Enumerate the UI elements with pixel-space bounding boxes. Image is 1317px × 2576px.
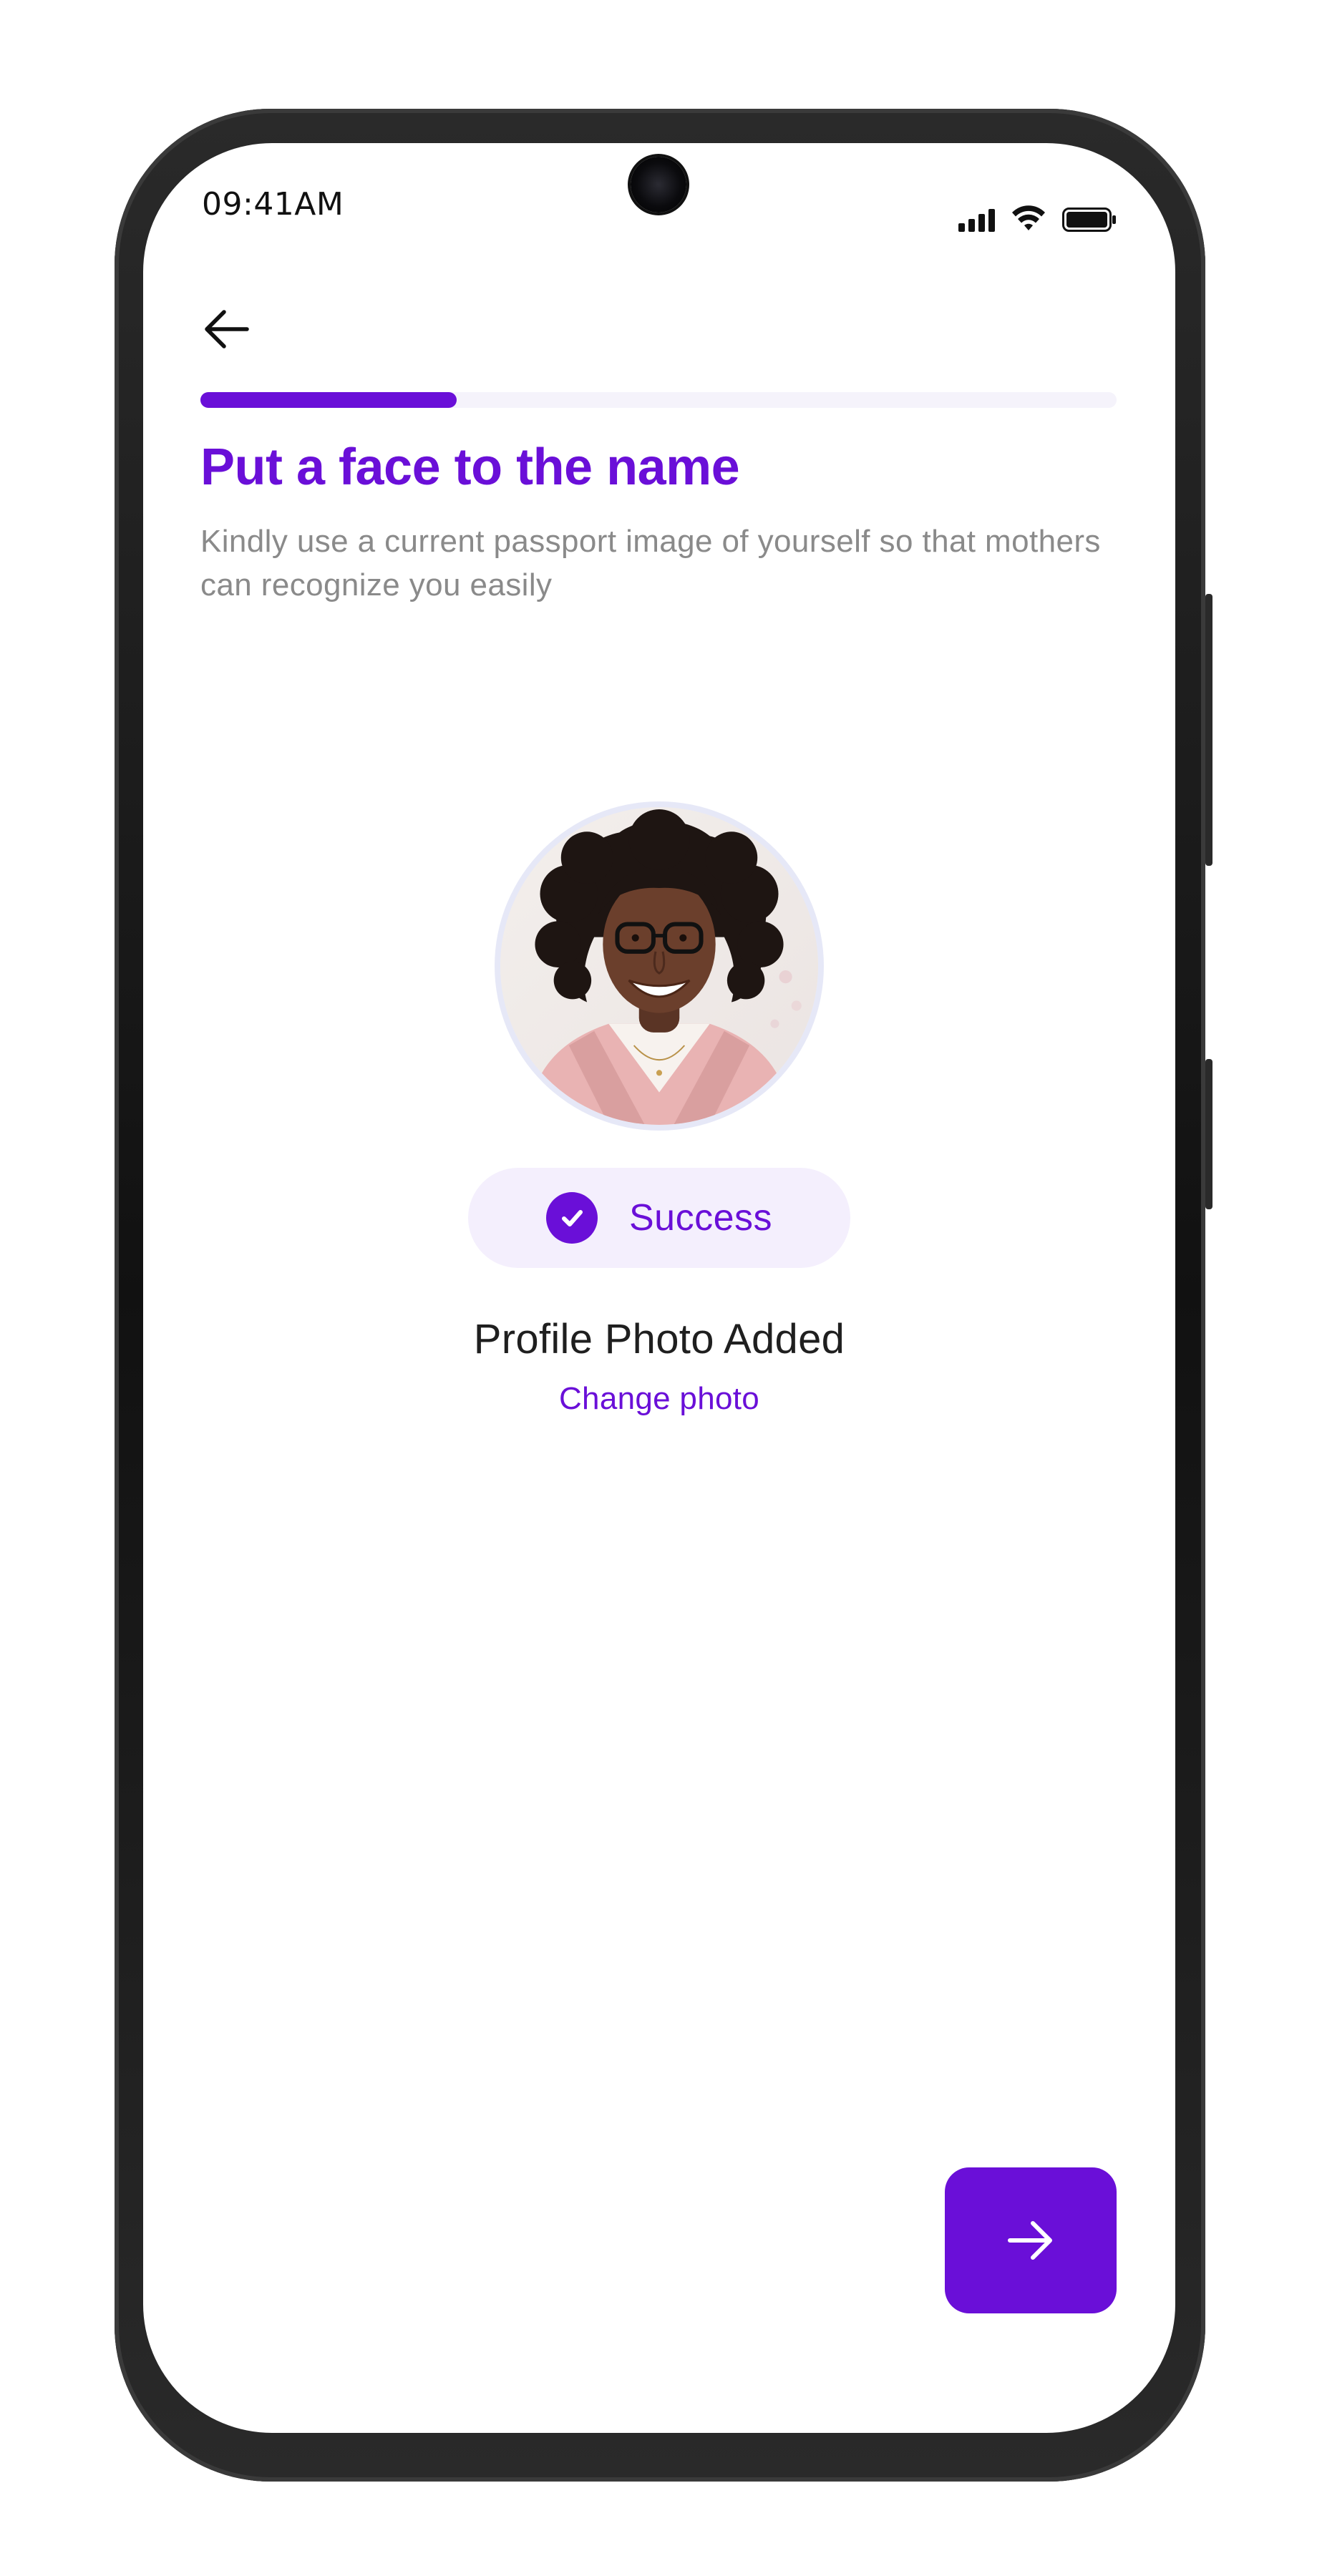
power-button [1205, 1059, 1212, 1209]
change-photo-link[interactable]: Change photo [143, 1381, 1175, 1417]
photo-status-text: Profile Photo Added [473, 1316, 845, 1362]
status-badge-label: Success [628, 1197, 773, 1239]
page-subtitle: Kindly use a current passport image of y… [200, 524, 1101, 602]
arrow-left-icon [205, 310, 249, 348]
page-title: Put a face to the name [200, 439, 740, 496]
back-button[interactable] [199, 302, 253, 356]
avatar [500, 807, 818, 1125]
status-badge: Success [468, 1168, 850, 1268]
wifi-icon [1011, 205, 1046, 232]
volume-button [1205, 594, 1212, 866]
battery-icon [1062, 208, 1117, 232]
check-circle-icon [545, 1192, 598, 1244]
next-button[interactable] [945, 2167, 1117, 2313]
signal-icon [958, 209, 995, 232]
progress-bar [200, 392, 1117, 408]
status-time: 09:41AM [202, 186, 344, 223]
status-icons [958, 205, 1117, 232]
front-camera [631, 157, 686, 213]
arrow-right-icon [1008, 2221, 1052, 2260]
screen: 09:41AM Put a face to the name Kindly us… [143, 143, 1175, 2433]
progress-fill [200, 392, 457, 408]
profile-photo [495, 801, 824, 1131]
